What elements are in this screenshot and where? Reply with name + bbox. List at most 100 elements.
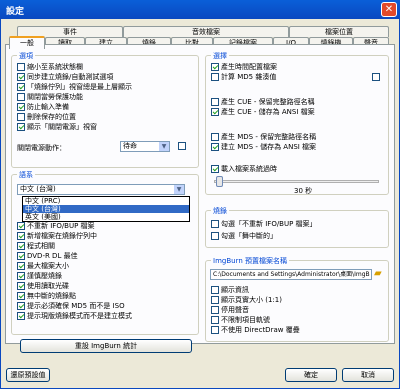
language-dropdown-list: 中文 (PRC) 中文 (台灣) 英文 (美國) [22, 196, 190, 222]
timeout-value: 30 秒 [294, 187, 313, 195]
lang-item-4[interactable]: 最大檔案大小 [17, 262, 69, 271]
lang-item-2[interactable]: 程式相關 [17, 242, 55, 251]
checkbox[interactable] [211, 232, 219, 240]
window-title: 設定 [6, 7, 25, 17]
folder-icon[interactable]: ▰ [374, 268, 382, 279]
queue-group-title: 選擇 [211, 51, 229, 61]
checkbox[interactable] [17, 113, 25, 121]
queue-item-1[interactable]: 計算 MD5 雜湊值 [211, 73, 276, 82]
checkbox[interactable] [211, 73, 219, 81]
title-bar: 設定 ✕ [0, 0, 400, 19]
checkbox[interactable] [17, 312, 25, 320]
checkbox[interactable] [211, 296, 219, 304]
language-option[interactable]: 中文 (PRC) [23, 197, 189, 205]
queue-item-2[interactable]: 產生 CUE - 保留完整路徑名稱 [211, 98, 315, 107]
path-item-4[interactable]: 不使用 DirectDraw 覆疊 [211, 326, 300, 335]
lang-item-6[interactable]: 使用讀取光碟 [17, 282, 69, 291]
checkbox[interactable] [17, 272, 25, 280]
language-option-selected[interactable]: 中文 (台灣) [23, 205, 189, 213]
checkbox[interactable] [17, 232, 25, 240]
queue-item-1-extra[interactable] [372, 73, 382, 82]
checkbox[interactable] [211, 306, 219, 314]
restore-defaults-button[interactable]: 還原預設值 [6, 368, 50, 382]
lang-item-1[interactable]: 新增檔案在燒錄佇列中 [17, 232, 97, 241]
path-item-3[interactable]: 不限制項目軌號 [211, 316, 270, 325]
checkbox[interactable] [17, 83, 25, 91]
timeout-slider-thumb[interactable] [216, 176, 223, 187]
path-group-title: ImgBurn 預置檔案名稱 [211, 256, 289, 266]
misc-group: 燒錄 勾選「不重新 IFO/BUP 檔案」 勾選「舞中斷的」 [205, 206, 389, 248]
reset-stats-button[interactable]: 重設 ImgBurn 統計 [20, 339, 192, 353]
checkbox[interactable] [17, 282, 25, 290]
queue-item-5[interactable]: 建立 MDS - 儲存為 ANSI 檔案 [211, 143, 316, 152]
shutdown-action-label: 關閉電源動作： [17, 144, 66, 152]
checkbox[interactable] [17, 292, 25, 300]
ok-button[interactable]: 確定 [285, 368, 337, 382]
timeout-slider-track[interactable] [214, 180, 379, 183]
language-select[interactable]: 中文 (台灣) ▼ [17, 184, 185, 195]
checkbox[interactable] [17, 73, 25, 81]
chevron-down-icon[interactable]: ▼ [159, 142, 169, 151]
path-item-0[interactable]: 顯示資訊 [211, 286, 249, 295]
checkbox[interactable] [17, 123, 25, 131]
path-group: ImgBurn 預置檔案名稱 C:\Documents and Settings… [205, 256, 389, 342]
queue-item-6[interactable]: 載入檔案系統過時 [211, 165, 277, 174]
checkbox[interactable] [17, 252, 25, 260]
path-item-1[interactable]: 顯示頁實大小 (1:1) [211, 296, 282, 305]
checkbox[interactable] [372, 73, 380, 81]
option-disable-protection[interactable]: 關閉當勞保護功能 [17, 93, 83, 102]
queue-item-4[interactable]: 產生 MDS - 保留完整路徑名稱 [211, 133, 316, 142]
checkbox[interactable] [211, 220, 219, 228]
checkbox[interactable] [17, 63, 25, 71]
checkbox[interactable] [17, 302, 25, 310]
options-group-title: 選項 [17, 51, 35, 61]
queue-item-3[interactable]: 產生 CUE - 儲存為 ANSI 檔案 [211, 108, 315, 117]
path-input[interactable]: C:\Documents and Settings\Administrator\… [210, 269, 372, 280]
checkbox[interactable] [17, 262, 25, 270]
checkbox[interactable] [211, 326, 219, 334]
misc-item-0[interactable]: 勾選「不重新 IFO/BUP 檔案」 [211, 220, 317, 229]
lang-item-5[interactable]: 謹慎壓燒錄 [17, 272, 62, 281]
path-item-2[interactable]: 停用聲音 [211, 306, 249, 315]
checkbox[interactable] [17, 93, 25, 101]
option-delete-saved-position[interactable]: 刪除保存的位置 [17, 113, 76, 122]
checkbox[interactable] [211, 165, 219, 173]
option-sync-build[interactable]: 同步建立燒錄/自動測試選項 [17, 73, 113, 82]
checkbox[interactable] [17, 103, 25, 111]
close-button[interactable]: ✕ [381, 2, 397, 17]
lang-item-0[interactable]: 不重新 IFO/BUP 檔案 [17, 222, 95, 231]
checkbox[interactable] [211, 63, 219, 71]
chevron-down-icon[interactable]: ▼ [174, 185, 184, 194]
tab-panel: 選項 縮小至系統狀態欄 同步建立燒錄/自動測試選項 「燒錄佇列」視窗總是最上層顯… [5, 44, 395, 353]
tab-sound-files[interactable]: 音效檔案 [123, 26, 289, 37]
option-queue-on-top[interactable]: 「燒錄佇列」視窗總是最上層顯示 [17, 83, 132, 92]
checkbox[interactable] [211, 316, 219, 324]
cancel-button[interactable]: 取消 [342, 368, 394, 382]
checkbox[interactable] [211, 108, 219, 116]
tab-general[interactable]: 一般 [9, 36, 45, 49]
lang-item-8[interactable]: 提示必須確保 MD5 而不是 ISO [17, 302, 125, 311]
checkbox[interactable] [17, 242, 25, 250]
option-show-shutdown[interactable]: 顯示「關閉電源」視窗 [17, 123, 97, 132]
lang-item-9[interactable]: 提示現版燒錄模式而不是建立模式 [17, 312, 132, 321]
shutdown-extra-checkbox[interactable] [178, 142, 188, 151]
checkbox[interactable] [178, 142, 186, 150]
misc-group-title: 燒錄 [211, 206, 229, 216]
checkbox[interactable] [211, 143, 219, 151]
checkbox[interactable] [17, 222, 25, 230]
tab-file-locations[interactable]: 檔案位置 [289, 26, 389, 37]
checkbox[interactable] [211, 286, 219, 294]
queue-item-0[interactable]: 產生時間配置檔案 [211, 63, 277, 72]
queue-group: 選擇 產生時間配置檔案 計算 MD5 雜湊值 產生 CUE - 保留完整路徑名稱… [205, 51, 389, 195]
lang-item-3[interactable]: DVD-R DL 最佳 [17, 252, 78, 261]
checkbox[interactable] [211, 98, 219, 106]
option-prevent-standby[interactable]: 防止輸入準備 [17, 103, 69, 112]
checkbox[interactable] [211, 133, 219, 141]
option-minimize-tray[interactable]: 縮小至系統狀態欄 [17, 63, 83, 72]
misc-item-1[interactable]: 勾選「舞中斷的」 [211, 232, 277, 241]
shutdown-action-select[interactable]: 待命 ▼ [120, 141, 170, 152]
lang-item-7[interactable]: 無中斷的燒錄點 [17, 292, 76, 301]
language-option[interactable]: 英文 (美國) [23, 213, 189, 221]
options-group: 選項 縮小至系統狀態欄 同步建立燒錄/自動測試選項 「燒錄佇列」視窗總是最上層顯… [11, 51, 199, 168]
language-group-title: 語系 [17, 170, 35, 180]
